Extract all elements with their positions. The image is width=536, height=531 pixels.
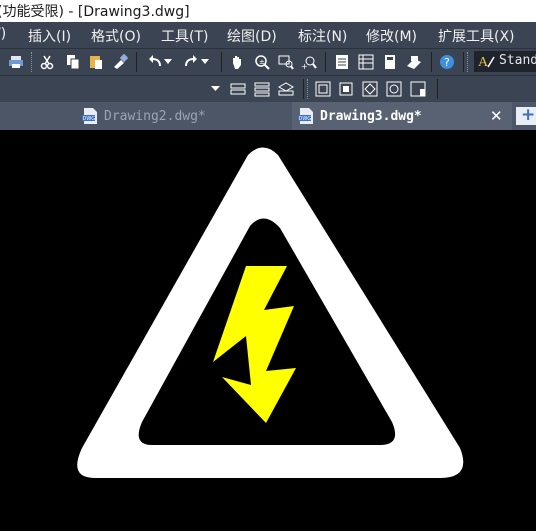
viewport-icon[interactable] bbox=[314, 80, 332, 98]
layer-isolate-icon[interactable] bbox=[253, 80, 271, 98]
chevron-down-icon bbox=[211, 86, 220, 91]
undo-dropdown-icon[interactable] bbox=[163, 53, 173, 71]
toolbar-separator bbox=[303, 79, 304, 99]
menu-item-dimension[interactable]: 标注(N) bbox=[298, 26, 347, 46]
tab-label: Drawing2.dwg* bbox=[104, 109, 206, 124]
undo-icon[interactable] bbox=[146, 53, 164, 71]
print-icon[interactable] bbox=[7, 53, 25, 71]
menu-item-express-tools[interactable]: 扩展工具(X) bbox=[438, 26, 515, 46]
paste-icon[interactable] bbox=[87, 53, 105, 71]
toolbar-separator bbox=[136, 52, 137, 72]
text-style-value: Stand bbox=[499, 53, 536, 68]
drawing-canvas[interactable] bbox=[0, 130, 536, 527]
menu-item-insert[interactable]: 插入(I) bbox=[28, 26, 71, 46]
dwg-file-icon: DWG bbox=[298, 108, 313, 124]
toolbar-separator bbox=[463, 52, 464, 72]
menu-item-format[interactable]: 格式(O) bbox=[91, 26, 141, 46]
document-tab-bar: DWG Drawing2.dwg* DWG Drawing3.dwg* ✕ + bbox=[0, 102, 536, 130]
redo-dropdown-icon[interactable] bbox=[200, 53, 210, 71]
svg-text:?: ? bbox=[444, 56, 450, 69]
new-tab-button[interactable]: + bbox=[516, 105, 536, 125]
cut-icon[interactable] bbox=[38, 53, 56, 71]
svg-text:±: ± bbox=[259, 58, 265, 66]
redo-icon[interactable] bbox=[182, 53, 200, 71]
single-viewport-icon[interactable] bbox=[337, 80, 355, 98]
zoom-realtime-icon[interactable]: ± bbox=[253, 53, 271, 71]
menu-item-tools[interactable]: 工具(T) bbox=[161, 26, 208, 46]
window-title: (功能受限) - [Drawing3.dwg] bbox=[0, 4, 190, 20]
object-viewport-icon[interactable] bbox=[385, 80, 403, 98]
tool-palettes-icon[interactable] bbox=[381, 53, 399, 71]
copy-icon[interactable] bbox=[64, 53, 82, 71]
zoom-window-icon[interactable] bbox=[277, 53, 295, 71]
menu-bar: /) 插入(I) 格式(O) 工具(T) 绘图(D) 标注(N) 修改(M) 扩… bbox=[0, 22, 536, 48]
close-icon[interactable]: ✕ bbox=[490, 107, 503, 125]
toolbar-grip[interactable] bbox=[31, 52, 34, 72]
plus-icon: + bbox=[521, 105, 536, 125]
svg-text:DWG: DWG bbox=[299, 116, 312, 122]
tab-label: Drawing3.dwg* bbox=[320, 109, 422, 124]
layers-toolbar bbox=[0, 75, 536, 103]
svg-text:A: A bbox=[478, 55, 489, 69]
dwg-file-icon: DWG bbox=[82, 108, 97, 124]
text-style-select[interactable]: A Stand bbox=[474, 51, 536, 72]
toolbar-separator bbox=[221, 52, 222, 72]
match-properties-icon[interactable] bbox=[111, 53, 129, 71]
layer-dropdown[interactable] bbox=[0, 79, 224, 99]
pan-icon[interactable] bbox=[228, 53, 246, 71]
polygonal-viewport-icon[interactable] bbox=[361, 80, 379, 98]
layer-previous-icon[interactable] bbox=[229, 80, 247, 98]
menu-item-draw[interactable]: 绘图(D) bbox=[227, 26, 277, 46]
title-bar: (功能受限) - [Drawing3.dwg] bbox=[0, 0, 536, 22]
tab-drawing2[interactable]: DWG Drawing2.dwg* bbox=[74, 102, 292, 130]
menu-item-modify[interactable]: 修改(M) bbox=[366, 26, 417, 46]
design-center-icon[interactable] bbox=[357, 53, 375, 71]
text-style-icon: A bbox=[478, 55, 495, 69]
clip-viewport-icon[interactable] bbox=[409, 80, 427, 98]
help-icon[interactable]: ? bbox=[438, 53, 456, 71]
zoom-previous-icon[interactable]: + bbox=[300, 53, 318, 71]
toolbar-separator bbox=[431, 52, 432, 72]
svg-text:DWG: DWG bbox=[83, 116, 96, 122]
menu-item-view[interactable]: /) bbox=[0, 26, 6, 42]
standard-toolbar: ± + ? A Stand bbox=[0, 48, 536, 76]
svg-text:+: + bbox=[301, 62, 308, 70]
drawing-viewport bbox=[77, 147, 464, 478]
toolbar-grip[interactable] bbox=[307, 79, 310, 99]
properties-icon[interactable] bbox=[333, 53, 351, 71]
layer-states-icon[interactable] bbox=[277, 80, 295, 98]
tab-drawing3[interactable]: DWG Drawing3.dwg* ✕ bbox=[292, 102, 512, 130]
toolbar-grip[interactable] bbox=[467, 52, 470, 72]
sheet-set-icon[interactable] bbox=[405, 53, 423, 71]
toolbar-separator bbox=[325, 52, 326, 72]
toolbar-separator bbox=[437, 79, 438, 99]
